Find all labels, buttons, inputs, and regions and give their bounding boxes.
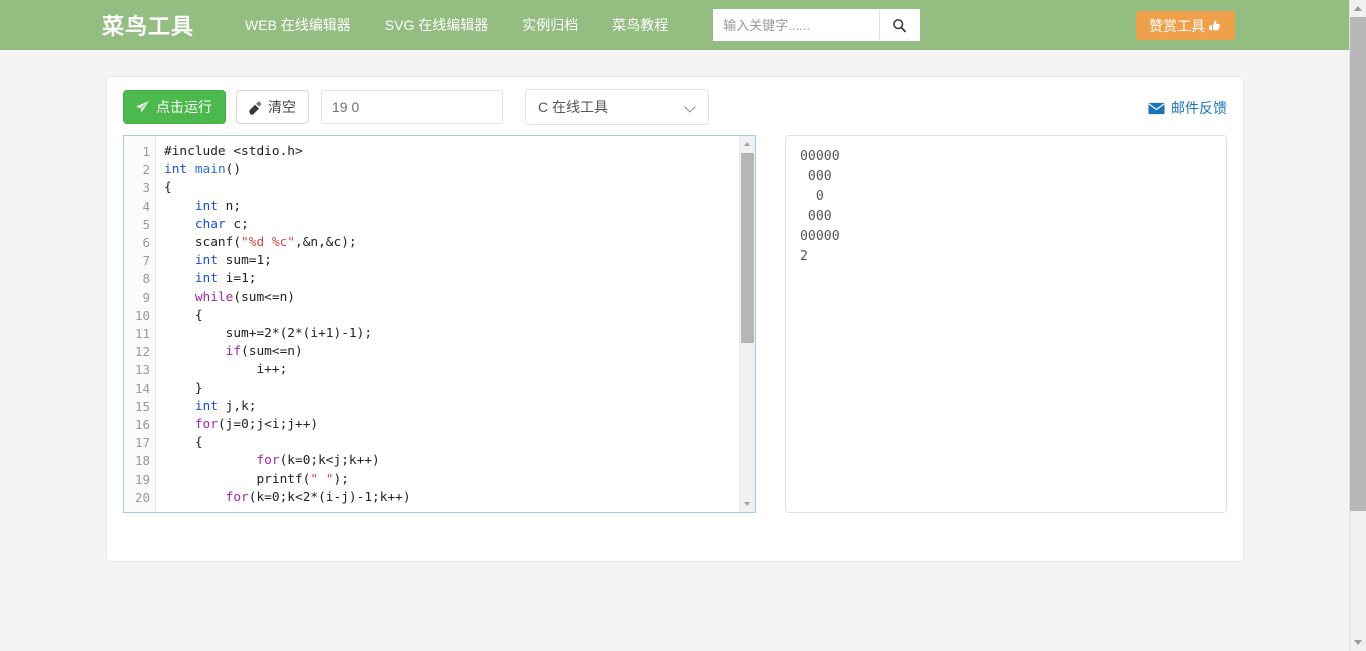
line-number: 1 — [142, 144, 150, 159]
language-select-value: C 在线工具 — [538, 99, 608, 115]
output-line: 0 — [799, 189, 824, 204]
page-scroll-up-button[interactable] — [1350, 0, 1366, 17]
donate-button[interactable]: 赞赏工具 — [1136, 11, 1235, 40]
code-line: scanf("%d %c",&n,&c); — [164, 235, 357, 251]
line-number: 20 — [134, 489, 150, 505]
nav-link-examples[interactable]: 实例归档 — [505, 15, 595, 35]
code-line: #include <stdio.h> — [164, 144, 303, 159]
line-number: 19 — [134, 471, 150, 487]
chevron-up-icon — [744, 142, 751, 146]
code-line: for(j=0;j<i;j++) — [194, 417, 319, 433]
code-line: for(k=0;k<j;k++) — [256, 453, 380, 469]
output-line: 2 — [799, 249, 808, 264]
email-feedback-link[interactable]: 邮件反馈 — [1148, 98, 1227, 118]
clear-button[interactable]: 清空 — [236, 90, 309, 124]
line-number: 3 — [142, 180, 150, 196]
line-number: 8 — [142, 271, 150, 287]
nav-links: WEB 在线编辑器 SVG 在线编辑器 实例归档 菜鸟教程 — [228, 15, 685, 35]
code-line: char c; — [194, 216, 249, 232]
line-number: 18 — [134, 453, 150, 469]
editor-scroll-up-button[interactable] — [739, 136, 755, 152]
nav-link-svg-editor[interactable]: SVG 在线编辑器 — [368, 15, 505, 35]
page-scrollbar[interactable] — [1349, 0, 1366, 651]
line-number: 13 — [134, 362, 150, 378]
page-scrollbar-track[interactable] — [1350, 17, 1366, 634]
line-number: 5 — [142, 216, 150, 232]
code-line: int sum=1; — [194, 253, 272, 269]
donate-label: 赞赏工具 — [1149, 17, 1205, 34]
code-line: sum+=2*(2*(i+1)-1); — [164, 326, 373, 342]
line-number: 9 — [142, 289, 150, 305]
page-scrollbar-thumb[interactable] — [1350, 17, 1366, 511]
output-line: 000 — [799, 169, 832, 184]
output-line: 000 — [799, 209, 832, 224]
code-text-area[interactable]: #include <stdio.h> int main() { int n; cha… — [156, 136, 739, 512]
line-number: 2 — [142, 162, 150, 178]
site-logo[interactable]: 菜鸟工具 — [102, 9, 194, 41]
code-line: for(k=0;k<2*(i-j)-1;k++) — [225, 489, 411, 505]
editor-output-panes: 1 2 3 4 5 6 7 8 9 10 11 12 13 14 15 16 17 18 19 20 #include… — [107, 135, 1243, 561]
envelope-icon — [1148, 102, 1165, 114]
code-editor-inner: 1 2 3 4 5 6 7 8 9 10 11 12 13 14 15 16 17 18 19 20 #include… — [124, 136, 739, 512]
code-line: int j,k; — [194, 398, 257, 414]
line-number: 14 — [134, 380, 150, 396]
nav-link-tutorials[interactable]: 菜鸟教程 — [595, 15, 685, 35]
nav-link-web-editor[interactable]: WEB 在线编辑器 — [228, 15, 368, 35]
line-number: 7 — [142, 253, 150, 269]
code-line: } — [164, 380, 203, 396]
code-line: { — [164, 180, 172, 196]
chevron-down-icon — [744, 502, 751, 506]
line-number: 11 — [134, 326, 150, 342]
line-number: 4 — [142, 198, 150, 214]
line-number: 15 — [134, 398, 150, 414]
code-line: while(sum<=n) — [194, 289, 295, 305]
line-number: 10 — [134, 307, 150, 323]
run-button[interactable]: 点击运行 — [123, 90, 226, 124]
thumbs-up-icon — [1209, 20, 1221, 30]
stdin-input[interactable] — [321, 90, 503, 124]
top-navbar: 菜鸟工具 WEB 在线编辑器 SVG 在线编辑器 实例归档 菜鸟教程 赞赏工具 — [0, 0, 1349, 50]
editor-scrollbar[interactable] — [738, 136, 755, 512]
language-select[interactable]: C 在线工具 — [525, 89, 709, 125]
code-line: if(sum<=n) — [225, 344, 303, 360]
eraser-icon — [249, 100, 262, 115]
line-number: 6 — [142, 235, 150, 251]
editor-scroll-down-button[interactable] — [739, 496, 755, 512]
code-editor[interactable]: 1 2 3 4 5 6 7 8 9 10 11 12 13 14 15 16 17 18 19 20 #include… — [123, 135, 756, 513]
main-card: 点击运行 清空 C 在线工具 邮件反馈 — [106, 76, 1244, 562]
email-feedback-label: 邮件反馈 — [1171, 100, 1227, 116]
chevron-up-icon — [1354, 6, 1362, 11]
search-box — [713, 9, 921, 41]
code-line: int i=1; — [194, 271, 257, 287]
chevron-down-icon — [1354, 640, 1362, 645]
search-button[interactable] — [879, 9, 921, 41]
line-number: 17 — [134, 435, 150, 451]
search-icon — [893, 18, 907, 32]
code-line: int main() — [164, 162, 242, 178]
code-line: { — [164, 435, 203, 451]
code-line: i++; — [164, 362, 288, 378]
editor-scrollbar-thumb[interactable] — [740, 153, 754, 343]
code-line: { — [164, 307, 203, 323]
output-line: 00000 — [799, 229, 840, 244]
chevron-down-icon — [684, 101, 696, 113]
page-viewport: 菜鸟工具 WEB 在线编辑器 SVG 在线编辑器 实例归档 菜鸟教程 赞赏工具 — [0, 0, 1349, 651]
page-scroll-down-button[interactable] — [1350, 634, 1366, 651]
code-line: int n; — [194, 198, 242, 214]
line-number: 16 — [134, 417, 150, 433]
line-number: 12 — [134, 344, 150, 360]
run-button-label: 点击运行 — [156, 99, 212, 115]
output-line: 00000 — [799, 149, 840, 164]
line-number-gutter: 1 2 3 4 5 6 7 8 9 10 11 12 13 14 15 16 17 18 19 20 — [124, 136, 156, 512]
code-line: printf(" "); — [164, 471, 349, 487]
output-panel: 00000 000 0 000 00000 2 — [784, 135, 1227, 513]
editor-toolbar: 点击运行 清空 C 在线工具 邮件反馈 — [107, 77, 1243, 137]
search-input[interactable] — [713, 9, 880, 41]
clear-button-label: 清空 — [268, 99, 296, 115]
paper-plane-icon — [135, 100, 150, 113]
